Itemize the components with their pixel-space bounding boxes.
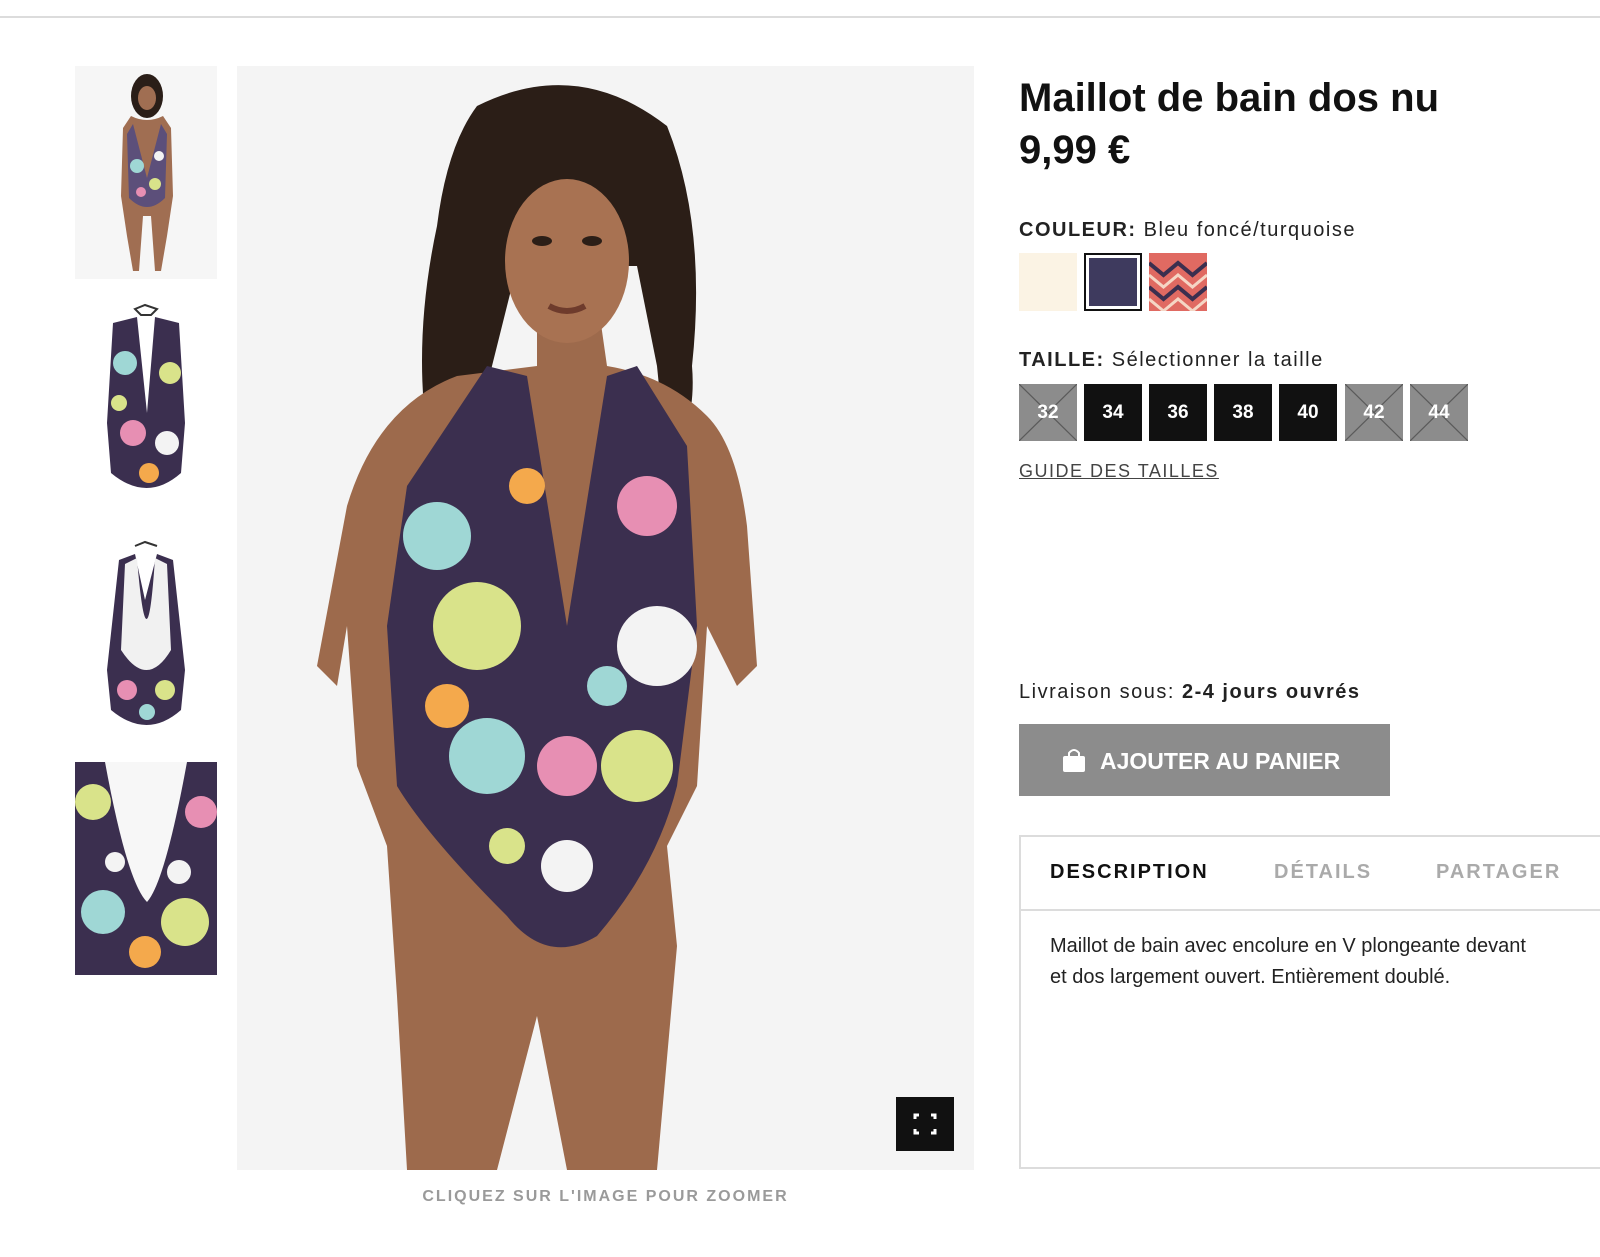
thumbnail-model-full-body[interactable] [75, 66, 217, 279]
add-to-cart-button[interactable]: AJOUTER AU PANIER [1019, 724, 1390, 796]
size-option-label: 34 [1102, 402, 1124, 423]
size-label: TAILLE: [1019, 349, 1105, 371]
size-option-38[interactable]: 38 [1214, 384, 1272, 441]
product-price: 9,99 € [1019, 128, 1131, 172]
size-option-32: 32 [1019, 384, 1077, 441]
tab-share[interactable]: PARTAGER [1436, 861, 1561, 884]
size-option-label: 32 [1037, 402, 1059, 423]
product-photo [237, 66, 974, 1170]
delivery-value: 2-4 jours ouvrés [1181, 681, 1361, 703]
tab-details[interactable]: DÉTAILS [1274, 861, 1372, 884]
size-selector-label: TAILLE: Sélectionner la taille [1019, 349, 1324, 372]
description-line: Maillot de bain avec encolure en V plong… [1050, 935, 1526, 957]
color-swatch-coral-zigzag[interactable] [1149, 253, 1207, 311]
size-guide-link[interactable]: GUIDE DES TAILLES [1019, 461, 1219, 482]
size-option-label: 40 [1297, 402, 1319, 423]
tab-description[interactable]: DESCRIPTION [1050, 861, 1209, 884]
add-to-cart-label: AJOUTER AU PANIER [1100, 748, 1341, 774]
thumbnail-image [75, 762, 217, 975]
size-option-34[interactable]: 34 [1084, 384, 1142, 441]
color-swatch-dark-blue-turquoise[interactable] [1084, 253, 1142, 311]
size-option-36[interactable]: 36 [1149, 384, 1207, 441]
color-label: COULEUR: [1019, 219, 1137, 241]
size-option-42: 42 [1345, 384, 1403, 441]
fullscreen-icon [913, 1113, 937, 1135]
tabs-header: DESCRIPTION DÉTAILS PARTAGER [1021, 837, 1600, 911]
thumbnail-swimsuit-back[interactable] [75, 540, 217, 753]
color-value: Bleu foncé/turquoise [1143, 219, 1356, 241]
color-swatch-cream[interactable] [1019, 253, 1077, 311]
delivery-label: Livraison sous: [1019, 681, 1175, 703]
size-option-44: 44 [1410, 384, 1468, 441]
main-product-image[interactable] [237, 66, 974, 1170]
thumbnail-image [75, 303, 217, 516]
shopping-bag-icon [1063, 749, 1085, 772]
thumbnail-image [75, 540, 217, 753]
zoom-hint: CLIQUEZ SUR L'IMAGE POUR ZOOMER [422, 1188, 789, 1205]
size-value: Sélectionner la taille [1111, 349, 1324, 371]
size-option-label: 42 [1363, 402, 1385, 423]
zigzag-pattern [1149, 253, 1207, 311]
thumbnail-swimsuit-detail[interactable] [75, 762, 217, 975]
product-info-panel: Maillot de bain dos nu 9,99 € COULEUR: B… [1019, 0, 1600, 1257]
description-line: et dos largement ouvert. Entièrement dou… [1050, 966, 1451, 988]
size-option-40[interactable]: 40 [1279, 384, 1337, 441]
product-title: Maillot de bain dos nu [1019, 76, 1439, 120]
size-option-label: 44 [1428, 402, 1450, 423]
thumbnail-swimsuit-front[interactable] [75, 303, 217, 516]
fullscreen-button[interactable] [896, 1097, 954, 1151]
size-option-label: 36 [1167, 402, 1189, 423]
color-selector-label: COULEUR: Bleu foncé/turquoise [1019, 219, 1356, 242]
thumbnail-image [75, 66, 217, 279]
description-content: Maillot de bain avec encolure en V plong… [1050, 931, 1600, 993]
delivery-info: Livraison sous: 2-4 jours ouvrés [1019, 681, 1360, 704]
size-option-label: 38 [1232, 402, 1254, 423]
product-tabs-panel: DESCRIPTION DÉTAILS PARTAGER Maillot de … [1019, 835, 1600, 1169]
